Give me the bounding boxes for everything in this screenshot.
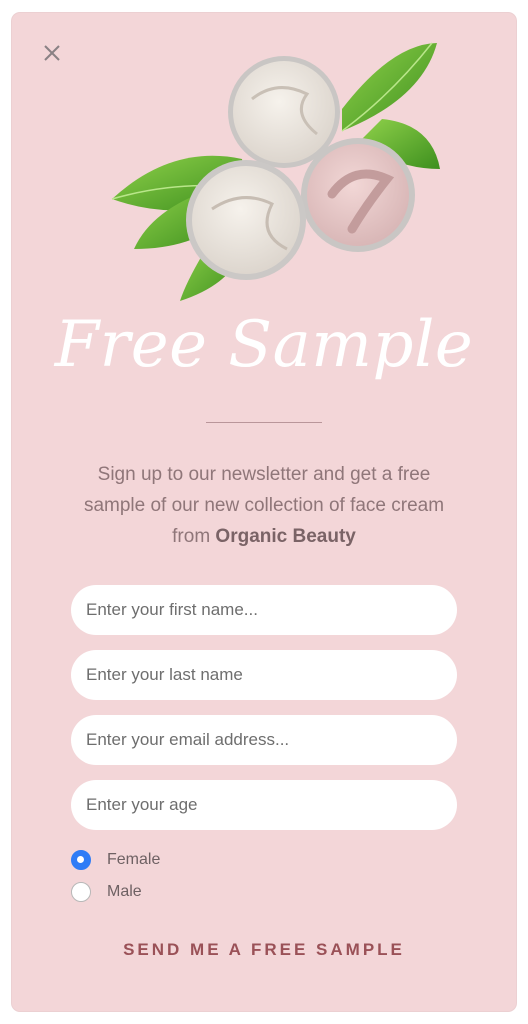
send-free-sample-button[interactable]: SEND ME A FREE SAMPLE [12, 935, 516, 965]
gender-label-female: Female [107, 851, 161, 868]
popup-card: Free Sample Sign up to our newsletter an… [12, 13, 516, 1011]
gender-label-male: Male [107, 883, 142, 900]
gender-option-male[interactable]: Male [71, 880, 142, 904]
popup-description: Sign up to our newsletter and get a free… [68, 459, 460, 552]
close-icon[interactable] [39, 40, 65, 66]
radio-button-female[interactable] [71, 850, 91, 870]
age-input[interactable] [71, 780, 457, 830]
title-divider [206, 422, 322, 423]
face-cream-image [92, 39, 452, 309]
brand-name: Organic Beauty [215, 526, 356, 547]
last-name-input[interactable] [71, 650, 457, 700]
email-input[interactable] [71, 715, 457, 765]
gender-option-female[interactable]: Female [71, 848, 160, 872]
first-name-input[interactable] [71, 585, 457, 635]
popup-title: Free Sample [54, 308, 474, 382]
radio-button-male[interactable] [71, 882, 91, 902]
